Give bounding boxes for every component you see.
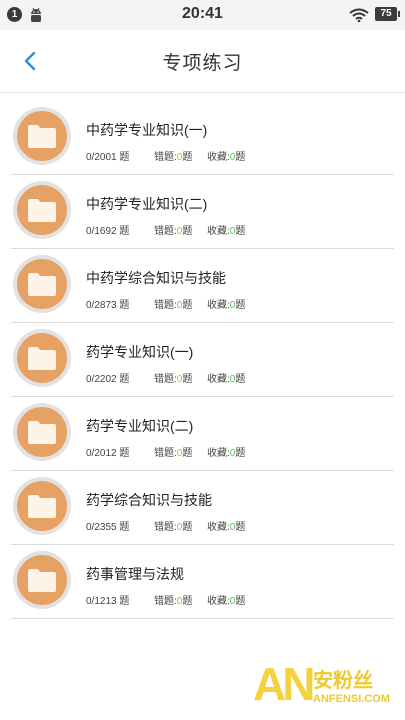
page-title: 专项练习 xyxy=(162,53,243,74)
item-stats: 0/1692 题错题:0题 收藏:0题 xyxy=(86,226,246,237)
item-stats: 0/2873 题错题:0题 收藏:0题 xyxy=(86,300,246,311)
progress-count: 0/2001 xyxy=(86,152,117,163)
avatar xyxy=(13,107,71,165)
folder-icon xyxy=(28,199,56,222)
avatar xyxy=(13,477,71,535)
item-title: 药学专业知识(一) xyxy=(86,344,194,360)
progress-count: 0/2012 xyxy=(86,448,117,459)
list-item[interactable]: 药事管理与法规 0/1213 题错题:0题 收藏:0题 xyxy=(11,545,394,619)
list-item[interactable]: 中药学专业知识(一) 0/2001 题错题:0题 收藏:0题 xyxy=(11,101,394,175)
item-stats: 0/1213 题错题:0题 收藏:0题 xyxy=(86,596,246,607)
progress-count: 0/2873 xyxy=(86,300,117,311)
watermark-cn: 安粉丝 xyxy=(313,670,373,692)
wifi-icon xyxy=(349,8,369,22)
progress-count: 0/2355 xyxy=(86,522,117,533)
avatar xyxy=(13,551,71,609)
list-item[interactable]: 药学综合知识与技能 0/2355 题错题:0题 收藏:0题 xyxy=(11,471,394,545)
watermark-logo: AN 安粉丝 ANFENSI.COM xyxy=(253,660,403,718)
item-stats: 0/2355 题错题:0题 收藏:0题 xyxy=(86,522,246,533)
item-stats: 0/2001 题错题:0题 收藏:0题 xyxy=(86,152,246,163)
battery-icon: 75 xyxy=(375,7,400,21)
progress-count: 0/2202 xyxy=(86,374,117,385)
folder-icon xyxy=(28,569,56,592)
list-item[interactable]: 中药学综合知识与技能 0/2873 题错题:0题 收藏:0题 xyxy=(11,249,394,323)
avatar xyxy=(13,181,71,239)
avatar xyxy=(13,255,71,313)
folder-icon xyxy=(28,125,56,148)
status-time: 20:41 xyxy=(182,5,223,22)
item-stats: 0/2012 题错题:0题 收藏:0题 xyxy=(86,448,246,459)
avatar xyxy=(13,329,71,387)
progress-count: 0/1692 xyxy=(86,226,117,237)
folder-icon xyxy=(28,347,56,370)
app-header: 专项练习 xyxy=(0,30,405,93)
progress-count: 0/1213 xyxy=(86,596,117,607)
folder-icon xyxy=(28,273,56,296)
list-item[interactable]: 药学专业知识(二) 0/2012 题错题:0题 收藏:0题 xyxy=(11,397,394,471)
list-item[interactable]: 中药学专业知识(二) 0/1692 题错题:0题 收藏:0题 xyxy=(11,175,394,249)
practice-list: 中药学专业知识(一) 0/2001 题错题:0题 收藏:0题 中药学专业知识(二)… xyxy=(0,101,405,619)
avatar xyxy=(13,403,71,461)
item-title: 药学综合知识与技能 xyxy=(86,492,212,508)
item-stats: 0/2202 题错题:0题 收藏:0题 xyxy=(86,374,246,385)
list-item[interactable]: 药学专业知识(一) 0/2202 题错题:0题 收藏:0题 xyxy=(11,323,394,397)
folder-icon xyxy=(28,495,56,518)
item-title: 中药学专业知识(一) xyxy=(86,122,208,138)
item-title: 药学专业知识(二) xyxy=(86,418,194,434)
folder-icon xyxy=(28,421,56,444)
watermark-en: ANFENSI.COM xyxy=(313,693,390,705)
item-title: 药事管理与法规 xyxy=(86,566,184,582)
item-title: 中药学综合知识与技能 xyxy=(86,270,226,286)
item-title: 中药学专业知识(二) xyxy=(86,196,208,212)
watermark-an: AN xyxy=(253,658,315,710)
status-bar: 1 20:41 75 xyxy=(0,0,405,30)
